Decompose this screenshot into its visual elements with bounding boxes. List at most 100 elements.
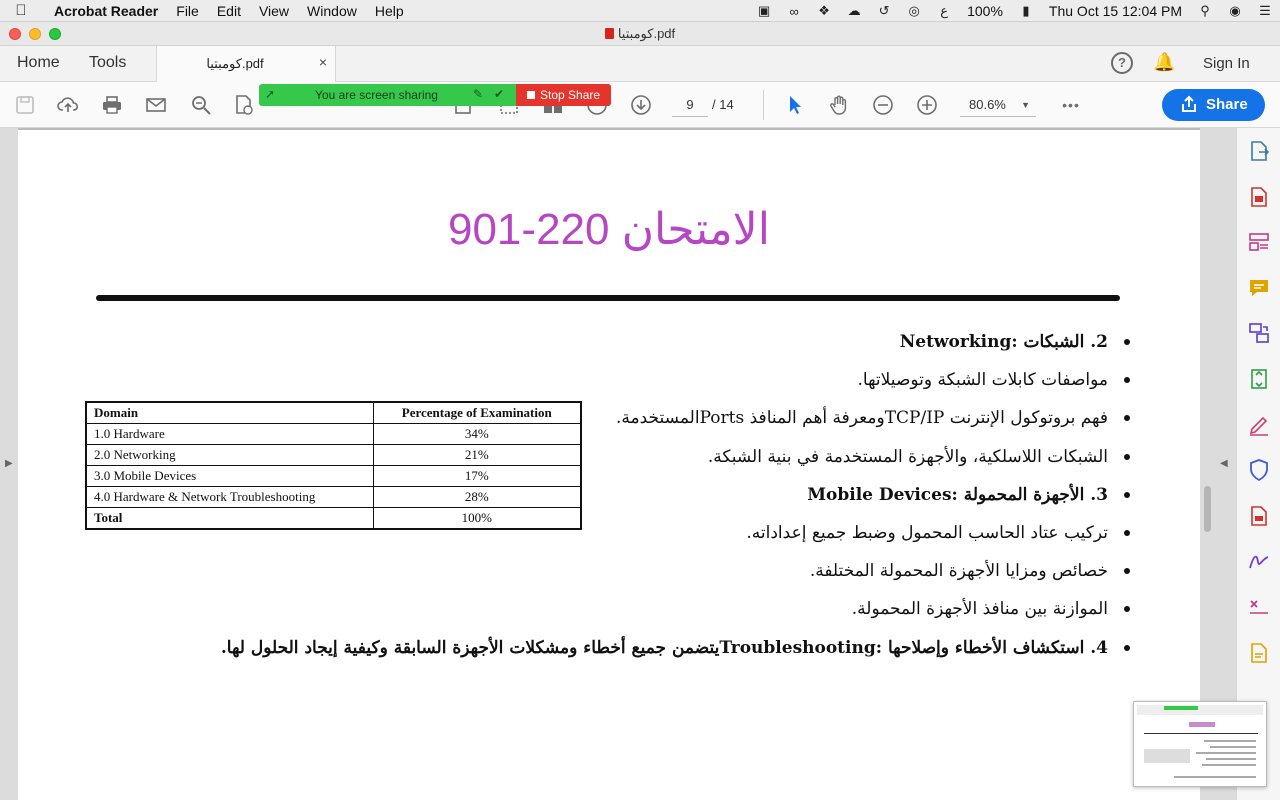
more-tools-icon[interactable]: ••• bbox=[1058, 92, 1084, 118]
menu-file[interactable]: File bbox=[167, 3, 208, 19]
zoom-out-icon[interactable] bbox=[870, 92, 896, 118]
preview-line bbox=[1204, 740, 1256, 742]
preview-table bbox=[1144, 749, 1190, 763]
apple-menu-icon[interactable]:  bbox=[0, 2, 42, 19]
window-title-text: كومبتيا.pdf bbox=[617, 26, 676, 41]
preview-line bbox=[1174, 776, 1256, 778]
zoom-level-value: 80.6% bbox=[969, 97, 1006, 112]
send-for-comments-icon[interactable] bbox=[1247, 641, 1271, 665]
bullet-dot bbox=[1124, 529, 1130, 536]
time-machine-icon[interactable]: ↺ bbox=[869, 3, 899, 19]
menu-help[interactable]: Help bbox=[366, 3, 413, 19]
menu-view[interactable]: View bbox=[250, 3, 298, 19]
bullet-dot bbox=[1124, 568, 1130, 575]
creative-cloud-icon[interactable]: ∞ bbox=[779, 4, 809, 19]
close-tab-icon[interactable]: × bbox=[319, 54, 327, 70]
preview-rule bbox=[1144, 733, 1258, 734]
export-pdf-icon[interactable] bbox=[1247, 139, 1271, 163]
bullet-dot bbox=[1124, 644, 1130, 651]
bullet-dot bbox=[1124, 491, 1130, 498]
chevron-down-icon: ▼ bbox=[1021, 100, 1030, 110]
notifications-bell-icon[interactable]: 🔔 bbox=[1153, 52, 1175, 73]
tab-document[interactable]: كومبتيا.pdf × bbox=[156, 46, 336, 83]
siri-icon[interactable]: ◉ bbox=[1220, 3, 1250, 19]
document-title: الامتحان 220-901 bbox=[447, 205, 770, 254]
stop-share-button[interactable]: Stop Share bbox=[516, 84, 611, 106]
notification-center-icon[interactable]: ☰ bbox=[1250, 3, 1280, 19]
help-icon[interactable]: ? bbox=[1111, 52, 1133, 74]
hand-tool-icon[interactable] bbox=[826, 92, 852, 118]
topic-bullet-item: الموازنة بين منافذ الأجهزة المحمولة. bbox=[288, 599, 1130, 637]
preview-share-banner bbox=[1164, 706, 1198, 710]
compress-icon[interactable] bbox=[1247, 367, 1271, 391]
clock[interactable]: Thu Oct 15 12:04 PM bbox=[1041, 3, 1190, 19]
wifi-icon[interactable]: ◎ bbox=[899, 3, 929, 19]
menu-window[interactable]: Window bbox=[298, 3, 366, 19]
share-button[interactable]: Share bbox=[1162, 89, 1265, 121]
table-cell-percentage: 28% bbox=[372, 486, 582, 508]
combine-files-icon[interactable] bbox=[1247, 321, 1271, 345]
table-cell-domain: 3.0 Mobile Devices bbox=[85, 465, 374, 487]
table-cell-percentage: 34% bbox=[372, 423, 582, 445]
organize-pages-icon[interactable] bbox=[1247, 230, 1271, 254]
page-navigator-preview[interactable] bbox=[1133, 701, 1267, 787]
shield-check-icon[interactable]: ✔ bbox=[494, 87, 504, 101]
table-cell-percentage: 17% bbox=[372, 465, 582, 487]
request-signature-icon[interactable] bbox=[1247, 549, 1271, 573]
vertical-scrollbar[interactable] bbox=[1204, 486, 1211, 532]
email-icon[interactable] bbox=[143, 92, 169, 118]
pdf-file-icon bbox=[604, 28, 614, 39]
menu-edit[interactable]: Edit bbox=[208, 3, 250, 19]
window-title: كومبتيا.pdf bbox=[0, 26, 1280, 42]
expand-left-panel-icon[interactable]: ▶ bbox=[5, 458, 13, 469]
document-viewer[interactable]: ▶ الامتحان 220-901 2. الشبكات :Networkin… bbox=[0, 128, 1236, 800]
next-page-icon[interactable] bbox=[628, 92, 654, 118]
macos-menubar:  Acrobat Reader File Edit View Window H… bbox=[0, 0, 1280, 22]
cloud-icon[interactable]: ☁ bbox=[839, 3, 869, 19]
scan-ocr-icon[interactable] bbox=[231, 92, 257, 118]
protect-icon[interactable] bbox=[1247, 458, 1271, 482]
title-divider bbox=[96, 295, 1120, 301]
share-button-label: Share bbox=[1206, 96, 1248, 113]
redact-icon[interactable] bbox=[1247, 504, 1271, 528]
bullet-dot bbox=[1124, 453, 1130, 460]
sign-in-button[interactable]: Sign In bbox=[1203, 55, 1250, 72]
app-menu[interactable]: Acrobat Reader bbox=[42, 3, 167, 19]
edit-text-icon[interactable] bbox=[1247, 595, 1271, 619]
topic-bullet-item: خصائص ومزايا الأجهزة المحمولة المختلفة. bbox=[288, 561, 1130, 599]
zoom-in-icon[interactable] bbox=[914, 92, 940, 118]
select-cursor-icon[interactable] bbox=[782, 92, 808, 118]
tab-tools[interactable]: Tools bbox=[89, 54, 126, 72]
zoom-meeting-icon[interactable]: ▣ bbox=[749, 3, 779, 19]
print-icon[interactable] bbox=[99, 92, 125, 118]
spotlight-search-icon[interactable]: ⚲ bbox=[1190, 3, 1220, 19]
input-source-icon[interactable]: ع bbox=[929, 3, 959, 19]
tab-home[interactable]: Home bbox=[17, 54, 60, 72]
preview-title bbox=[1189, 722, 1215, 727]
table-row: 3.0 Mobile Devices 17% bbox=[85, 465, 582, 487]
fill-sign-icon[interactable] bbox=[1247, 413, 1271, 437]
page-number-input[interactable]: 9 bbox=[672, 93, 708, 117]
save-icon[interactable] bbox=[12, 92, 38, 118]
zoom-level-select[interactable]: 80.6% ▼ bbox=[960, 93, 1036, 117]
bullet-text: 3. الأجهزة المحمولة :Mobile Devices bbox=[807, 484, 1108, 505]
screen-sharing-banner[interactable]: ➚ You are screen sharing ✎ ✔ Stop Share bbox=[259, 84, 611, 106]
window-titlebar: كومبتيا.pdf bbox=[0, 22, 1280, 46]
main-toolbar: 9 / 14 80.6% ▼ ••• Share bbox=[0, 82, 1280, 128]
bullet-text: تركيب عتاد الحاسب المحمول وضبط جميع إعدا… bbox=[746, 522, 1108, 543]
cloud-upload-icon[interactable] bbox=[55, 92, 81, 118]
dropbox-icon[interactable]: ❖ bbox=[809, 3, 839, 19]
zoom-search-icon[interactable] bbox=[188, 92, 214, 118]
drag-handle-icon[interactable]: ➚ bbox=[265, 87, 275, 101]
preview-line bbox=[1210, 746, 1256, 748]
create-pdf-icon[interactable] bbox=[1247, 185, 1271, 209]
annotate-icon[interactable]: ✎ bbox=[473, 87, 483, 101]
table-header-domain: Domain bbox=[85, 401, 374, 424]
battery-icon[interactable]: ▮ bbox=[1011, 3, 1041, 19]
table-row: 2.0 Networking 21% bbox=[85, 444, 582, 466]
bullet-text: 2. الشبكات :Networking bbox=[899, 332, 1108, 352]
collapse-right-panel-icon[interactable]: ◀ bbox=[1220, 458, 1228, 469]
comment-icon[interactable] bbox=[1247, 276, 1271, 300]
bullet-text: مواصفات كابلات الشبكة وتوصيلاتها. bbox=[857, 370, 1108, 391]
table-cell-domain: 4.0 Hardware & Network Troubleshooting bbox=[85, 486, 374, 508]
